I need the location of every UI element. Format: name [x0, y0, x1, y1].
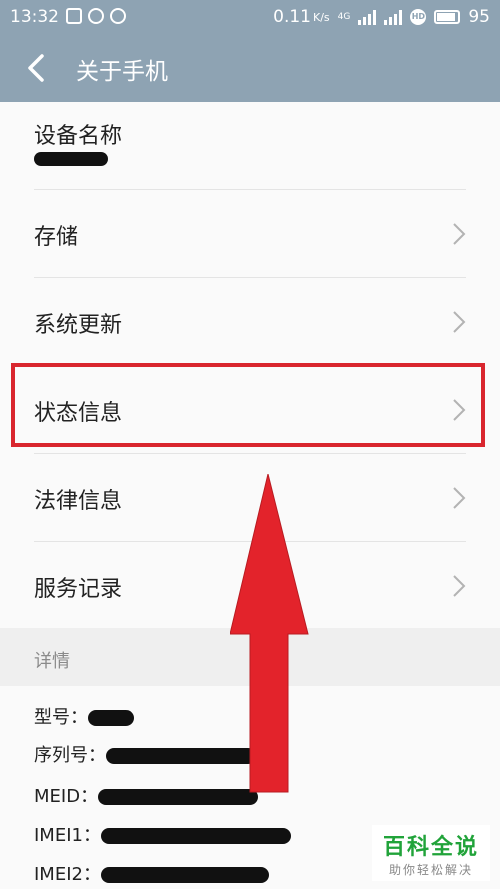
detail-label: IMEI2： [34, 864, 101, 885]
image-icon [66, 8, 82, 24]
title-bar: 关于手机 [0, 34, 500, 102]
detail-imei1: IMEI1： [34, 821, 291, 847]
chevron-right-icon [453, 311, 466, 333]
battery-icon [434, 10, 461, 24]
chevron-right-icon [453, 223, 466, 245]
redacted-value [88, 710, 134, 726]
network-speed: 0.11 [273, 7, 311, 27]
detail-label: 型号： [34, 707, 88, 728]
status-bar: 13:32 0.11 K/s 4G HD 95 [0, 0, 500, 34]
detail-imei2: IMEI2： [34, 860, 269, 886]
red-up-arrow [230, 474, 309, 793]
watermark-subtitle: 助你轻松解决 [388, 863, 473, 877]
redacted-device-name [34, 152, 108, 166]
redacted-value [100, 828, 291, 844]
detail-label: 序列号： [34, 745, 106, 766]
detail-serial: 序列号： [34, 741, 256, 767]
back-button[interactable] [22, 50, 56, 86]
chevron-right-icon [453, 575, 466, 597]
hd-voice-icon: HD [410, 9, 427, 25]
list-item-device-name[interactable]: 设备名称 [34, 102, 466, 190]
status-right-icons: 0.11 K/s 4G HD 95 [273, 7, 490, 27]
detail-model: 型号： [34, 703, 134, 729]
page-title: 关于手机 [76, 59, 168, 85]
clock-icon [110, 8, 126, 24]
signal-icon [358, 9, 377, 25]
network-type: 4G [337, 11, 351, 22]
redacted-value [100, 867, 269, 883]
detail-label: MEID： [34, 786, 99, 807]
list-item-label: 服务记录 [34, 577, 123, 602]
list-item-label: 存储 [34, 225, 79, 250]
chevron-left-icon [28, 54, 44, 82]
watermark-title: 百科全说 [382, 835, 479, 860]
detail-label: IMEI1： [34, 825, 101, 846]
chevron-right-icon [453, 487, 466, 509]
detail-meid: MEID： [34, 782, 259, 808]
highlight-box [11, 363, 485, 447]
watermark-logo: 百科全说 助你轻松解决 [372, 825, 490, 881]
list-item-label: 系统更新 [34, 313, 123, 338]
list-item-label: 法律信息 [34, 489, 123, 514]
section-label: 详情 [34, 651, 70, 672]
list-item-label: 设备名称 [34, 124, 123, 149]
signal-icon-2 [384, 9, 403, 25]
status-time: 13:32 [10, 7, 59, 27]
network-speed-unit: K/s [313, 10, 330, 24]
list-item-storage[interactable]: 存储 [34, 190, 466, 278]
list-item-system-update[interactable]: 系统更新 [34, 278, 466, 366]
status-notification-icons [66, 8, 126, 24]
sync-icon [88, 8, 104, 24]
top-bar: 13:32 0.11 K/s 4G HD 95 关于手机 [0, 0, 500, 102]
battery-level: 95 [468, 7, 490, 27]
